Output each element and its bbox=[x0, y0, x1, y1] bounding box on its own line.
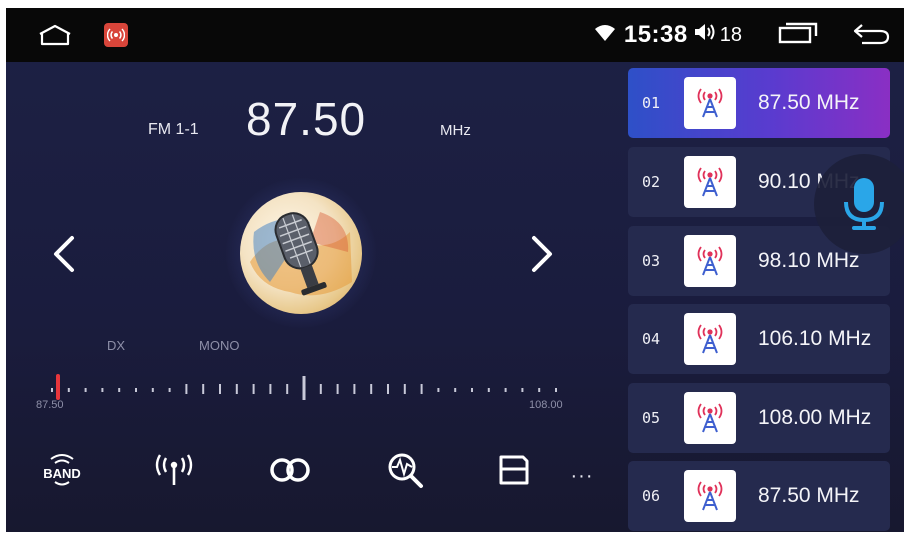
radio-tower-icon bbox=[684, 77, 736, 129]
preset-number: 05 bbox=[642, 409, 661, 427]
scan-search-button[interactable] bbox=[378, 450, 434, 490]
scale-min-label: 87.50 bbox=[36, 399, 64, 411]
radio-tower-icon bbox=[684, 392, 736, 444]
current-frequency: 87.50 bbox=[246, 93, 367, 145]
frequency-marker[interactable] bbox=[56, 374, 60, 400]
preset-number: 01 bbox=[642, 94, 661, 112]
back-icon[interactable] bbox=[852, 21, 890, 50]
preset-number: 02 bbox=[642, 173, 661, 191]
microphone-icon bbox=[844, 178, 884, 230]
stereo-icon bbox=[270, 458, 310, 482]
band-label: FM 1-1 bbox=[148, 121, 199, 138]
home-icon[interactable] bbox=[38, 24, 72, 51]
radio-screen: 15:38 18 FM 1-1 87.50 MHz DX MONO 87.50 … bbox=[6, 8, 904, 532]
volume-icon[interactable] bbox=[694, 22, 716, 48]
preset-item[interactable]: 04 106.10 MHz bbox=[628, 304, 890, 374]
seek-previous-button[interactable] bbox=[50, 234, 78, 279]
radio-app-icon[interactable] bbox=[104, 23, 128, 47]
scale-max-label: 108.00 bbox=[529, 399, 563, 411]
preset-frequency: 87.50 MHz bbox=[758, 91, 860, 114]
wifi-icon bbox=[594, 24, 616, 47]
dx-indicator: DX bbox=[107, 338, 126, 353]
status-bar: 15:38 18 bbox=[6, 8, 904, 62]
band-icon: BAND bbox=[43, 454, 81, 486]
recent-apps-icon[interactable] bbox=[778, 22, 818, 49]
preset-frequency: 87.50 MHz bbox=[758, 484, 860, 507]
preset-frequency: 108.00 MHz bbox=[758, 406, 872, 429]
volume-level: 18 bbox=[719, 23, 742, 46]
save-icon bbox=[499, 455, 529, 485]
voice-assistant-button[interactable] bbox=[814, 154, 904, 254]
svg-text:BAND: BAND bbox=[43, 466, 81, 481]
scan-search-icon bbox=[388, 453, 423, 488]
preset-item[interactable]: 01 87.50 MHz bbox=[628, 68, 890, 138]
preset-number: 03 bbox=[642, 252, 661, 270]
seek-next-button[interactable] bbox=[528, 234, 556, 279]
save-button[interactable] bbox=[486, 450, 542, 490]
radio-tower-icon bbox=[684, 156, 736, 208]
antenna-icon bbox=[155, 454, 193, 485]
antenna-button[interactable] bbox=[146, 450, 202, 490]
preset-frequency: 106.10 MHz bbox=[758, 327, 872, 350]
band-button[interactable]: BAND bbox=[34, 450, 90, 490]
tuning-scale[interactable] bbox=[36, 364, 576, 424]
microphone-artwork bbox=[240, 192, 362, 314]
radio-tower-icon bbox=[684, 235, 736, 287]
frequency-unit: MHz bbox=[440, 122, 471, 139]
mono-indicator: MONO bbox=[199, 338, 240, 353]
clock: 15:38 bbox=[623, 21, 688, 48]
preset-number: 04 bbox=[642, 330, 661, 348]
stereo-button[interactable] bbox=[262, 450, 318, 490]
preset-number: 06 bbox=[642, 487, 661, 505]
preset-item[interactable]: 05 108.00 MHz bbox=[628, 383, 890, 453]
preset-frequency: 98.10 MHz bbox=[758, 249, 860, 272]
radio-tower-icon bbox=[684, 470, 736, 522]
radio-tower-icon bbox=[684, 313, 736, 365]
more-options-button[interactable]: ··· bbox=[564, 456, 600, 496]
preset-item[interactable]: 06 87.50 MHz bbox=[628, 461, 890, 531]
